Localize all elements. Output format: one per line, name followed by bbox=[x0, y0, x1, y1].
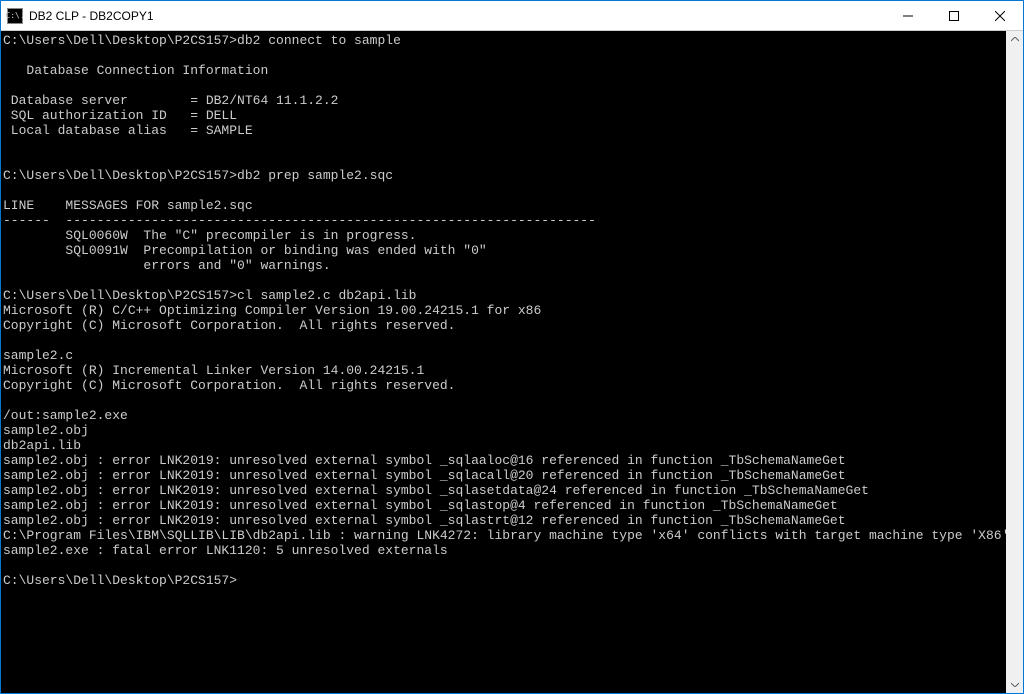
maximize-icon bbox=[949, 11, 959, 21]
minimize-button[interactable] bbox=[885, 1, 931, 30]
close-icon bbox=[995, 11, 1005, 21]
maximize-button[interactable] bbox=[931, 1, 977, 30]
chevron-up-icon bbox=[1011, 37, 1019, 42]
vertical-scrollbar[interactable] bbox=[1006, 31, 1023, 693]
minimize-icon bbox=[903, 11, 913, 21]
window-frame: C:\. DB2 CLP - DB2COPY1 C:\Users\Dell\De… bbox=[0, 0, 1024, 694]
app-icon: C:\. bbox=[7, 8, 23, 24]
chevron-down-icon bbox=[1011, 682, 1019, 687]
close-button[interactable] bbox=[977, 1, 1023, 30]
scroll-up-button[interactable] bbox=[1006, 31, 1023, 48]
terminal-output[interactable]: C:\Users\Dell\Desktop\P2CS157>db2 connec… bbox=[1, 31, 1006, 693]
scroll-down-button[interactable] bbox=[1006, 676, 1023, 693]
terminal-container: C:\Users\Dell\Desktop\P2CS157>db2 connec… bbox=[1, 31, 1023, 693]
window-controls bbox=[885, 1, 1023, 30]
window-title: DB2 CLP - DB2COPY1 bbox=[29, 9, 885, 23]
titlebar[interactable]: C:\. DB2 CLP - DB2COPY1 bbox=[1, 1, 1023, 31]
